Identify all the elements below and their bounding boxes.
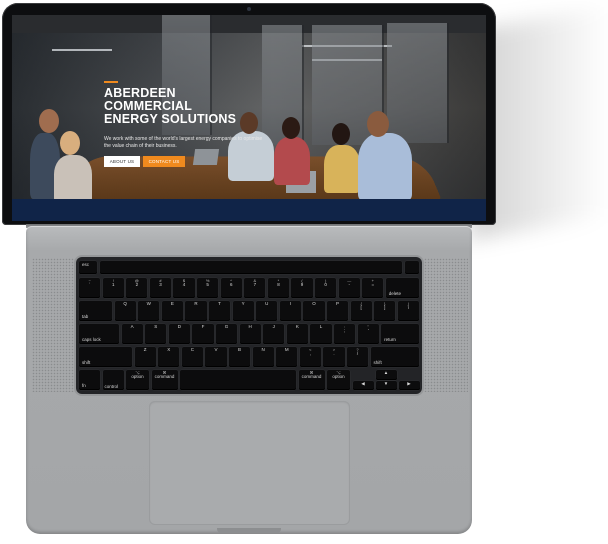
letter-key[interactable]: K [286,324,308,344]
letter-key[interactable]: Q [114,301,136,321]
caps-lock-key[interactable]: caps lock [79,324,119,344]
up-arrow-key[interactable]: ▲ [375,370,397,380]
letter-key[interactable]: C [181,347,203,367]
number-row-key[interactable]: % 5 [197,278,219,298]
laptop-screen: ABERDEEN COMMERCIAL ENERGY SOLUTIONS We … [12,15,486,221]
esc-key[interactable]: esc [79,261,97,274]
delete-key[interactable]: delete [385,278,419,298]
left-shift-key[interactable]: shift [79,347,132,367]
left-command-key[interactable]: ⌘ command [151,370,178,390]
right-option-key[interactable]: ⌥ option [327,370,350,390]
letter-key[interactable]: G [215,324,238,344]
left-option-key[interactable]: ⌥ option [126,370,149,390]
letter-key[interactable]: Y [232,301,254,321]
control-key[interactable]: control [102,370,124,390]
letter-key[interactable]: M [276,347,298,367]
letter-key[interactable]: W [138,301,160,321]
letter-key[interactable]: Z [134,347,156,367]
bracket-key[interactable]: }] [374,301,396,321]
laptop-lid: ABERDEEN COMMERCIAL ENERGY SOLUTIONS We … [2,3,496,225]
touch-bar[interactable] [100,261,402,274]
punctuation-key[interactable]: " ' [357,324,379,344]
number-row-key[interactable]: & 7 [244,278,266,298]
letter-key[interactable]: D [168,324,190,344]
camera-icon [247,7,251,11]
punctuation-key[interactable]: :; [333,324,356,344]
letter-key[interactable]: F [192,324,214,344]
contact-us-button[interactable]: CONTACT US [143,156,185,167]
right-command-key[interactable]: ⌘ command [298,370,325,390]
left-speaker-grille [32,258,76,392]
touch-id-key[interactable] [405,261,419,274]
letter-key[interactable]: N [252,347,274,367]
letter-key[interactable]: L [310,324,332,344]
number-row-key[interactable]: $4 [173,278,195,298]
punctuation-key[interactable]: >. [323,347,345,367]
fn-key[interactable]: fn [79,370,100,390]
left-arrow-key[interactable]: ◀ [352,380,374,390]
footer-band [12,199,486,221]
right-speaker-grille [424,258,468,392]
hero-subtitle: We work with some of the world's largest… [104,136,263,149]
tab-key[interactable]: tab [79,301,112,321]
letter-key[interactable]: I [279,301,301,321]
about-us-button[interactable]: ABOUT US [104,156,140,167]
letter-key[interactable]: S [145,324,167,344]
number-row-key[interactable]: + = [362,278,384,298]
number-row-key[interactable]: (9 [291,278,313,298]
number-row-key[interactable]: ^ 6 [220,278,242,298]
letter-key[interactable]: H [239,324,261,344]
right-arrow-key[interactable]: ▶ [398,380,420,390]
backslash-key[interactable]: | \ [397,301,419,321]
down-arrow-key[interactable]: ▼ [375,380,397,390]
letter-key[interactable]: R [185,301,207,321]
number-row-key[interactable]: ) 0 [315,278,337,298]
hero-accent-line [104,81,118,83]
letter-key[interactable]: V [205,347,227,367]
number-row-key[interactable]: #3 [149,278,172,298]
letter-key[interactable]: B [228,347,251,367]
letter-key[interactable]: T [208,301,231,321]
bracket-key[interactable]: {[ [350,301,372,321]
number-row-key[interactable]: ! 1 [102,278,124,298]
letter-key[interactable]: P [326,301,349,321]
trackpad[interactable] [149,401,350,525]
letter-key[interactable]: X [158,347,180,367]
backtick-key[interactable]: ~ ` [79,278,101,298]
right-shift-key[interactable]: shift [370,347,419,367]
number-row-key[interactable]: — - [338,278,360,298]
number-row-key[interactable]: @2 [126,278,148,298]
letter-key[interactable]: A [121,324,143,344]
letter-key[interactable]: U [256,301,278,321]
letter-key[interactable]: E [161,301,183,321]
letter-key[interactable]: J [263,324,285,344]
space-bar[interactable] [180,370,296,390]
number-row-key[interactable]: * 8 [267,278,290,298]
lid-opening-notch [217,528,281,533]
letter-key[interactable]: O [303,301,325,321]
hero-title: ABERDEEN COMMERCIAL ENERGY SOLUTIONS [104,86,237,126]
punctuation-key[interactable]: ? / [346,347,369,367]
return-key[interactable]: return [381,324,419,344]
punctuation-key[interactable]: <, [299,347,321,367]
